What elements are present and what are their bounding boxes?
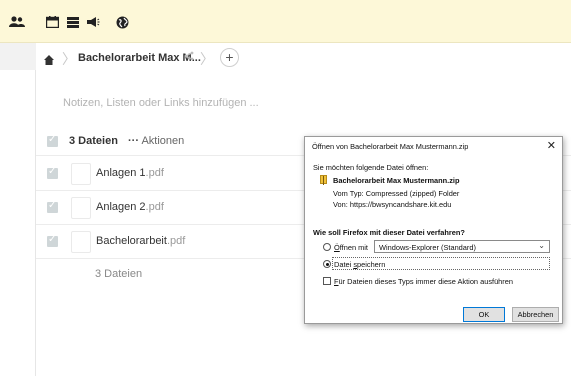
file-source: Von: https://bwsyncandshare.kit.edu xyxy=(333,200,452,209)
megaphone-icon[interactable] xyxy=(84,13,102,31)
close-icon[interactable]: ✕ xyxy=(547,139,556,152)
select-all-checkbox[interactable] xyxy=(47,134,58,147)
row-checkbox[interactable] xyxy=(47,200,58,213)
open-with-label[interactable]: Öffnen mit xyxy=(334,243,368,252)
chevron-down-icon: ⌄ xyxy=(538,241,545,250)
open-with-app: Windows-Explorer (Standard) xyxy=(379,243,476,252)
open-file-dialog: Öffnen von Bachelorarbeit Max Mustermann… xyxy=(304,136,563,324)
breadcrumb-separator: 〉 xyxy=(200,51,214,67)
file-type: Vom Typ: Compressed (zipped) Folder xyxy=(333,189,460,198)
home-icon[interactable] xyxy=(44,52,54,70)
globe-icon[interactable] xyxy=(113,13,131,31)
file-count: 3 Dateien xyxy=(69,135,118,147)
action-question: Wie soll Firefox mit dieser Datei verfah… xyxy=(313,228,465,237)
file-list-footer: 3 Dateien xyxy=(95,268,143,280)
actions-menu[interactable]: ··· Aktionen xyxy=(128,135,184,147)
file-name[interactable]: Anlagen 2.pdf xyxy=(96,201,164,213)
always-do-checkbox[interactable] xyxy=(323,277,331,285)
actions-dots: ··· xyxy=(128,135,139,147)
top-toolbar xyxy=(0,0,571,43)
add-button[interactable]: + xyxy=(220,48,239,67)
always-do-label[interactable]: Für Dateien dieses Typs immer diese Akti… xyxy=(334,277,513,286)
file-thumbnail xyxy=(71,163,91,185)
dialog-filename: Bachelorarbeit Max Mustermann.zip xyxy=(333,176,460,185)
open-with-radio[interactable] xyxy=(323,243,331,251)
stack-icon[interactable] xyxy=(64,13,82,31)
share-icon[interactable] xyxy=(184,50,194,64)
notes-placeholder[interactable]: Notizen, Listen oder Links hinzufügen ..… xyxy=(63,97,259,109)
row-checkbox[interactable] xyxy=(47,166,58,179)
users-icon[interactable] xyxy=(8,13,26,31)
cancel-button[interactable]: Abbrechen xyxy=(512,307,559,322)
breadcrumb-folder[interactable]: Bachelorarbeit Max M... xyxy=(78,52,201,64)
breadcrumb-separator: 〉 xyxy=(62,51,76,67)
calendar-icon[interactable] xyxy=(43,13,61,31)
ok-button[interactable]: OK xyxy=(463,307,505,322)
file-name[interactable]: Bachelorarbeit.pdf xyxy=(96,235,185,247)
dialog-title: Öffnen von Bachelorarbeit Max Mustermann… xyxy=(312,142,469,151)
sidebar xyxy=(0,43,36,376)
sidebar-selected-item[interactable] xyxy=(0,43,36,70)
actions-label: Aktionen xyxy=(141,135,185,147)
file-thumbnail xyxy=(71,197,91,219)
row-checkbox[interactable] xyxy=(47,234,58,247)
file-name[interactable]: Anlagen 1.pdf xyxy=(96,167,164,179)
dialog-question: Sie möchten folgende Datei öffnen: xyxy=(313,163,429,172)
breadcrumb: 〉 Bachelorarbeit Max M... 〉 + xyxy=(36,43,571,73)
zip-file-icon xyxy=(320,175,327,185)
save-file-label[interactable]: Datei speichern xyxy=(334,260,385,269)
save-file-radio[interactable] xyxy=(323,260,331,268)
file-thumbnail xyxy=(71,231,91,253)
open-with-select[interactable]: Windows-Explorer (Standard) ⌄ xyxy=(374,240,550,253)
